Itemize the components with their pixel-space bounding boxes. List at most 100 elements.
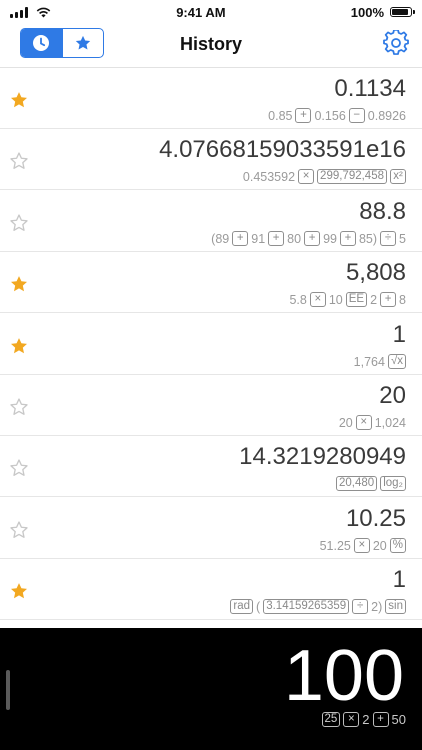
operator-key-token: 25 — [321, 712, 341, 727]
operator-key-token: rad — [230, 599, 254, 614]
operator-key-token: × — [298, 169, 315, 184]
history-result: 88.8 — [359, 198, 406, 225]
history-expression: 0.85 +0.156−0.8926 — [268, 108, 406, 123]
gear-icon — [383, 30, 409, 55]
history-row[interactable]: 5,808 5.8 × 10 EE 2 +8 — [0, 252, 422, 313]
operator-key-token: × — [355, 415, 372, 430]
history-result: 5,808 — [345, 259, 406, 286]
operand-token: (89 — [211, 231, 230, 246]
display-value: 100 — [283, 636, 404, 716]
operand-token: 0.8926 — [367, 108, 406, 123]
battery-percent: 100% — [350, 4, 384, 20]
operator-key-token: 20,480 — [336, 476, 378, 491]
history-expression: 20 × 1,024 — [339, 415, 406, 430]
operator-key-token: + — [304, 231, 321, 246]
star-outline-icon[interactable] — [9, 213, 29, 233]
operand-token: 0.156 — [314, 108, 346, 123]
operator-key-token: × — [353, 538, 370, 553]
operand-token: 50 — [391, 712, 406, 727]
operand-token: 2 — [370, 292, 378, 307]
history-list[interactable]: 0.1134 0.85 +0.156−0.8926 4.07668159033591e… — [0, 68, 422, 628]
operand-token: 2) — [371, 599, 383, 614]
operator-key-token: 299,792,458 — [317, 169, 387, 184]
operand-token: 10 — [328, 292, 343, 307]
history-result: 4.07668159033591e16 — [159, 136, 406, 163]
history-row[interactable]: 10.25 51.25 × 20% — [0, 498, 422, 559]
history-expression: 20,480 log₂ — [336, 476, 406, 491]
history-expression: 1,764 √x — [354, 354, 406, 369]
history-result: 1 — [392, 321, 406, 348]
page-title: History — [179, 34, 242, 54]
operand-token: 85) — [358, 231, 378, 246]
operator-key-token: √x — [387, 354, 406, 369]
display-expression: 25 × 2 +50 — [321, 712, 406, 727]
wifi-icon — [36, 7, 51, 17]
history-expression: 5.8 × 10 EE 2 +8 — [289, 292, 406, 307]
history-result: 1 — [392, 566, 406, 593]
drag-handle[interactable] — [6, 670, 10, 710]
star-filled-icon[interactable] — [9, 336, 29, 356]
settings-button[interactable] — [382, 29, 410, 57]
history-expression: 0.453592 × 299,792,458 x² — [243, 169, 406, 184]
operand-token: 20 — [372, 538, 387, 553]
operand-token: 80 — [287, 231, 302, 246]
operand-token: 99 — [323, 231, 337, 246]
operator-key-token: + — [380, 292, 397, 307]
star-filled-icon[interactable] — [9, 90, 29, 110]
calculator-display: 100 25 × 2 +50 — [0, 628, 422, 750]
history-row[interactable]: 0.1134 0.85 +0.156−0.8926 — [0, 68, 422, 129]
operand-token: 20 — [338, 415, 353, 430]
operand-token: 0.85 — [268, 108, 293, 123]
history-row[interactable]: 1 1,764 √x — [0, 314, 422, 375]
operator-key-token: ÷ — [352, 599, 369, 614]
star-outline-icon[interactable] — [9, 458, 29, 478]
operator-key-token: + — [268, 231, 285, 246]
star-outline-icon[interactable] — [9, 151, 29, 171]
history-result: 20 — [379, 382, 406, 409]
operator-key-token: + — [339, 231, 356, 246]
star-filled-icon[interactable] — [9, 581, 29, 601]
operator-key-token: ÷ — [380, 231, 397, 246]
operand-token: 91 — [251, 231, 266, 246]
operand-token: 2 — [362, 712, 370, 727]
history-expression: (89 +91 +80 +99 +85) ÷ 5 — [211, 231, 406, 246]
history-row[interactable]: 14.3219280949 20,480 log₂ — [0, 436, 422, 497]
operand-token: ( — [256, 599, 261, 614]
status-right: 100% — [350, 4, 415, 20]
operator-key-token: + — [372, 712, 389, 727]
operand-token: 1,024 — [374, 415, 406, 430]
operand-token: 8 — [399, 292, 406, 307]
operator-key-token: × — [343, 712, 360, 727]
nav-bar: History — [0, 24, 422, 68]
operand-token: 0.453592 — [242, 169, 296, 184]
status-left — [10, 6, 51, 18]
history-row[interactable]: 20 20 × 1,024 — [0, 375, 422, 436]
operand-token: 5 — [399, 231, 406, 246]
star-outline-icon[interactable] — [9, 520, 29, 540]
operator-key-token: + — [232, 231, 249, 246]
operator-key-token: log₂ — [380, 476, 406, 491]
operand-token: 1,764 — [353, 354, 385, 369]
history-result: 14.3219280949 — [239, 443, 406, 470]
history-row[interactable]: 88.8 (89 +91 +80 +99 +85) ÷ 5 — [0, 191, 422, 252]
star-filled-icon[interactable] — [9, 274, 29, 294]
operand-token: 51.25 — [319, 538, 351, 553]
operator-key-token: x² — [390, 169, 406, 184]
history-expression: rad(3.14159265359 ÷ 2) sin — [230, 599, 406, 614]
operator-key-token: % — [389, 538, 406, 553]
operator-key-token: 3.14159265359 — [263, 599, 350, 614]
status-bar: 9:41 AM 100% — [0, 0, 422, 24]
status-time: 9:41 AM — [176, 4, 226, 20]
history-result: 0.1134 — [334, 75, 406, 102]
operator-key-token: − — [348, 108, 365, 123]
star-outline-icon[interactable] — [9, 397, 29, 417]
operator-key-token: × — [309, 292, 326, 307]
battery-fill — [392, 9, 408, 15]
history-result: 10.25 — [345, 505, 406, 532]
cellular-signal-icon — [10, 6, 28, 18]
history-row[interactable]: 4.07668159033591e16 0.453592 × 299,792,458 x… — [0, 129, 422, 190]
history-row[interactable]: 1 rad(3.14159265359 ÷ 2) sin — [0, 559, 422, 620]
history-expression: 51.25 × 20% — [320, 538, 406, 553]
operator-key-token: + — [295, 108, 312, 123]
battery-icon — [390, 7, 415, 17]
